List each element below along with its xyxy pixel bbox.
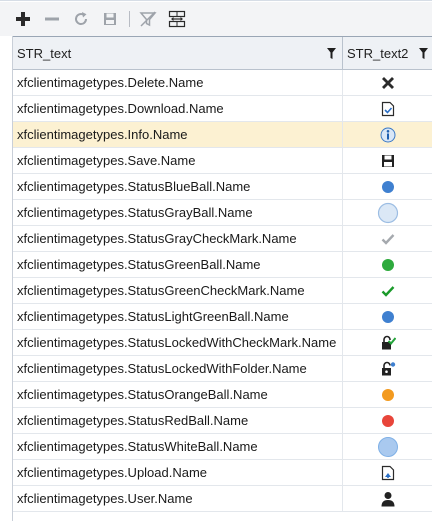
clear-filter-icon bbox=[139, 11, 157, 27]
cell-str-text[interactable]: xfclientimagetypes.StatusWhiteBall.Name bbox=[13, 434, 343, 459]
cell-str-text[interactable]: xfclientimagetypes.Delete.Name bbox=[13, 70, 343, 95]
cell-str-text[interactable]: xfclientimagetypes.StatusBlueBall.Name bbox=[13, 174, 343, 199]
table-row[interactable]: xfclientimagetypes.StatusWhiteBall.Name bbox=[13, 434, 432, 460]
cell-str-text2[interactable] bbox=[343, 174, 432, 199]
cell-str-text2[interactable] bbox=[343, 122, 432, 147]
green-check-icon bbox=[381, 285, 394, 297]
info-icon bbox=[380, 127, 395, 142]
cell-str-text[interactable]: xfclientimagetypes.StatusGreenBall.Name bbox=[13, 252, 343, 277]
save-icon bbox=[381, 154, 394, 167]
toolbar bbox=[0, 2, 432, 36]
table-row[interactable]: xfclientimagetypes.StatusLockedWithFolde… bbox=[13, 356, 432, 382]
save-icon bbox=[104, 13, 116, 25]
cell-str-text2[interactable] bbox=[343, 226, 432, 251]
cell-str-text[interactable]: xfclientimagetypes.StatusLockedWithFolde… bbox=[13, 356, 343, 381]
locked-folder-icon bbox=[381, 361, 395, 375]
user-icon bbox=[381, 491, 394, 506]
table-row[interactable]: xfclientimagetypes.Download.Name bbox=[13, 96, 432, 122]
cell-str-text[interactable]: xfclientimagetypes.StatusGrayCheckMark.N… bbox=[13, 226, 343, 251]
green-ball-icon bbox=[381, 258, 394, 271]
cell-str-text[interactable]: xfclientimagetypes.User.Name bbox=[13, 486, 343, 511]
table-row[interactable]: xfclientimagetypes.User.Name bbox=[13, 486, 432, 512]
cell-str-text2[interactable] bbox=[343, 252, 432, 277]
cell-str-text2[interactable] bbox=[343, 486, 432, 511]
cell-str-text[interactable]: xfclientimagetypes.Upload.Name bbox=[13, 460, 343, 485]
table-row[interactable]: xfclientimagetypes.StatusBlueBall.Name bbox=[13, 174, 432, 200]
cell-str-text[interactable]: xfclientimagetypes.StatusLockedWithCheck… bbox=[13, 330, 343, 355]
table-row[interactable]: xfclientimagetypes.Upload.Name bbox=[13, 460, 432, 486]
clear-filter-button[interactable] bbox=[136, 7, 160, 31]
locked-check-icon bbox=[381, 335, 396, 349]
table-row[interactable]: xfclientimagetypes.Info.Name bbox=[13, 122, 432, 148]
cell-str-text[interactable]: xfclientimagetypes.StatusRedBall.Name bbox=[13, 408, 343, 433]
grid-body: xfclientimagetypes.Delete.Name xfclientim… bbox=[13, 70, 432, 512]
cell-str-text[interactable]: xfclientimagetypes.StatusOrangeBall.Name bbox=[13, 382, 343, 407]
table-row[interactable]: xfclientimagetypes.StatusRedBall.Name bbox=[13, 408, 432, 434]
column-header-label: STR_text2 bbox=[347, 46, 409, 61]
cell-str-text2[interactable] bbox=[343, 408, 432, 433]
cell-str-text2[interactable] bbox=[343, 304, 432, 329]
fit-columns-button[interactable] bbox=[165, 7, 189, 31]
table-row[interactable]: xfclientimagetypes.StatusGreenBall.Name bbox=[13, 252, 432, 278]
cell-str-text2[interactable] bbox=[343, 356, 432, 381]
gray-ball-icon bbox=[377, 202, 398, 223]
fit-columns-icon bbox=[168, 10, 186, 28]
cell-str-text2[interactable] bbox=[343, 330, 432, 355]
column-header-str-text[interactable]: STR_text bbox=[13, 37, 343, 70]
white-ball-icon bbox=[377, 436, 398, 457]
grid-window: STR_text STR_text2 xfclientimagetypes.De… bbox=[0, 0, 432, 521]
light-green-ball-icon bbox=[381, 310, 394, 323]
data-grid: STR_text STR_text2 xfclientimagetypes.De… bbox=[12, 36, 432, 521]
cell-str-text[interactable]: xfclientimagetypes.Save.Name bbox=[13, 148, 343, 173]
table-row[interactable]: xfclientimagetypes.Save.Name bbox=[13, 148, 432, 174]
red-ball-icon bbox=[381, 414, 394, 427]
add-row-button[interactable] bbox=[11, 7, 35, 31]
delete-icon bbox=[381, 76, 394, 89]
table-row[interactable]: xfclientimagetypes.StatusOrangeBall.Name bbox=[13, 382, 432, 408]
cell-str-text2[interactable] bbox=[343, 148, 432, 173]
cell-str-text[interactable]: xfclientimagetypes.StatusGreenCheckMark.… bbox=[13, 278, 343, 303]
orange-ball-icon bbox=[381, 388, 394, 401]
cell-str-text2[interactable] bbox=[343, 460, 432, 485]
remove-icon bbox=[45, 17, 59, 21]
table-row[interactable]: xfclientimagetypes.StatusLockedWithCheck… bbox=[13, 330, 432, 356]
toolbar-separator bbox=[129, 11, 130, 27]
cell-str-text2[interactable] bbox=[343, 382, 432, 407]
cell-str-text2[interactable] bbox=[343, 278, 432, 303]
column-header-label: STR_text bbox=[17, 46, 72, 61]
grid-header: STR_text STR_text2 bbox=[13, 36, 432, 70]
table-row[interactable]: xfclientimagetypes.StatusLightGreenBall.… bbox=[13, 304, 432, 330]
cell-str-text2[interactable] bbox=[343, 200, 432, 225]
gray-check-icon bbox=[381, 233, 394, 245]
cell-str-text2[interactable] bbox=[343, 96, 432, 121]
upload-icon bbox=[381, 465, 394, 480]
cell-str-text2[interactable] bbox=[343, 434, 432, 459]
filter-icon[interactable] bbox=[327, 48, 336, 59]
save-button[interactable] bbox=[98, 7, 122, 31]
refresh-button[interactable] bbox=[69, 7, 93, 31]
table-row[interactable]: xfclientimagetypes.StatusGreenCheckMark.… bbox=[13, 278, 432, 304]
column-header-str-text2[interactable]: STR_text2 bbox=[343, 37, 432, 70]
remove-row-button[interactable] bbox=[40, 7, 64, 31]
filter-icon[interactable] bbox=[419, 48, 428, 59]
cell-str-text[interactable]: xfclientimagetypes.StatusGrayBall.Name bbox=[13, 200, 343, 225]
refresh-icon bbox=[75, 12, 88, 25]
download-icon bbox=[381, 101, 394, 116]
table-row[interactable]: xfclientimagetypes.StatusGrayCheckMark.N… bbox=[13, 226, 432, 252]
add-icon bbox=[16, 12, 30, 26]
cell-str-text[interactable]: xfclientimagetypes.StatusLightGreenBall.… bbox=[13, 304, 343, 329]
table-row[interactable]: xfclientimagetypes.Delete.Name bbox=[13, 70, 432, 96]
cell-str-text2[interactable] bbox=[343, 70, 432, 95]
table-row[interactable]: xfclientimagetypes.StatusGrayBall.Name bbox=[13, 200, 432, 226]
cell-str-text[interactable]: xfclientimagetypes.Info.Name bbox=[13, 122, 343, 147]
cell-str-text[interactable]: xfclientimagetypes.Download.Name bbox=[13, 96, 343, 121]
blue-ball-icon bbox=[381, 180, 394, 193]
